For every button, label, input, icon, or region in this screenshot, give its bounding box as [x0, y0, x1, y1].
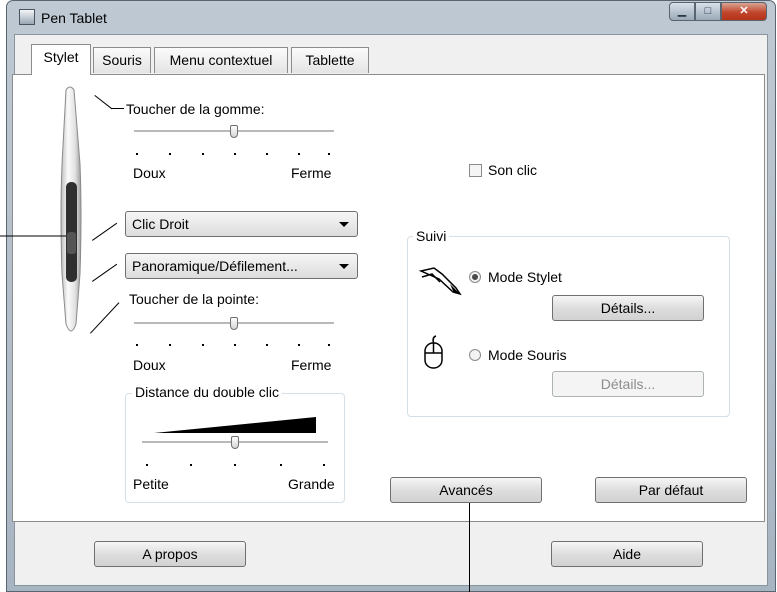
app-icon	[19, 9, 35, 25]
default-button[interactable]: Par défaut	[595, 477, 747, 503]
pen-illustration	[0, 86, 82, 332]
chevron-down-icon	[339, 222, 349, 227]
eraser-feel-max: Ferme	[291, 165, 332, 181]
tracking-group-title: Suivi	[413, 228, 450, 244]
title-bar[interactable]: Pen Tablet ▁ □ ✕	[7, 1, 775, 33]
pen-side-switch	[67, 232, 76, 254]
double-click-distance-min: Petite	[133, 476, 169, 492]
mouse-mode-details-button[interactable]: Détails...	[552, 371, 704, 397]
callout-line-advanced	[469, 503, 470, 592]
lower-button-select[interactable]: Panoramique/Défilement...	[125, 253, 358, 279]
pen-mode-icon	[418, 267, 462, 296]
chevron-down-icon	[339, 264, 349, 269]
connector-eraser-tail	[112, 108, 124, 109]
double-click-distance-label: Distance du double clic	[132, 384, 282, 400]
eraser-feel-min: Doux	[133, 165, 166, 181]
tab-souris[interactable]: Souris	[93, 47, 151, 73]
pen-mode-radio[interactable]	[469, 271, 481, 283]
eraser-feel-thumb[interactable]	[230, 125, 238, 138]
mouse-mode-label: Mode Souris	[488, 347, 567, 363]
double-click-distance-thumb[interactable]	[231, 436, 239, 449]
mouse-mode-radio[interactable]	[469, 349, 481, 361]
eraser-feel-label: Toucher de la gomme:	[126, 101, 265, 117]
pen-mode-details-button[interactable]: Détails...	[552, 295, 704, 321]
advanced-button[interactable]: Avancés	[390, 477, 542, 503]
maximize-button[interactable]: □	[695, 2, 721, 21]
about-button[interactable]: A propos	[94, 541, 246, 567]
tab-tablette[interactable]: Tablette	[291, 47, 369, 73]
pen-mode-label: Mode Stylet	[488, 269, 562, 285]
close-button[interactable]: ✕	[721, 2, 767, 21]
caption-buttons: ▁ □ ✕	[669, 2, 767, 22]
double-click-distance-max: Grande	[288, 476, 335, 492]
tip-feel-min: Doux	[133, 357, 166, 373]
tab-menu-contextuel[interactable]: Menu contextuel	[154, 47, 288, 73]
click-sound-label: Son clic	[488, 162, 538, 178]
tip-feel-label: Toucher de la pointe:	[129, 291, 259, 307]
tip-feel-thumb[interactable]	[230, 317, 238, 330]
help-button[interactable]: Aide	[551, 541, 703, 567]
upper-button-value: Clic Droit	[132, 216, 189, 232]
window-title: Pen Tablet	[41, 10, 107, 26]
lower-button-value: Panoramique/Défilement...	[132, 258, 298, 274]
click-sound-checkbox[interactable]	[469, 164, 482, 177]
tip-feel-max: Ferme	[291, 357, 332, 373]
minimize-button[interactable]: ▁	[669, 2, 695, 21]
upper-button-select[interactable]: Clic Droit	[125, 211, 358, 237]
tab-stylet[interactable]: Stylet	[31, 44, 91, 75]
mouse-mode-icon	[424, 335, 443, 369]
distance-wedge-icon	[154, 417, 316, 433]
